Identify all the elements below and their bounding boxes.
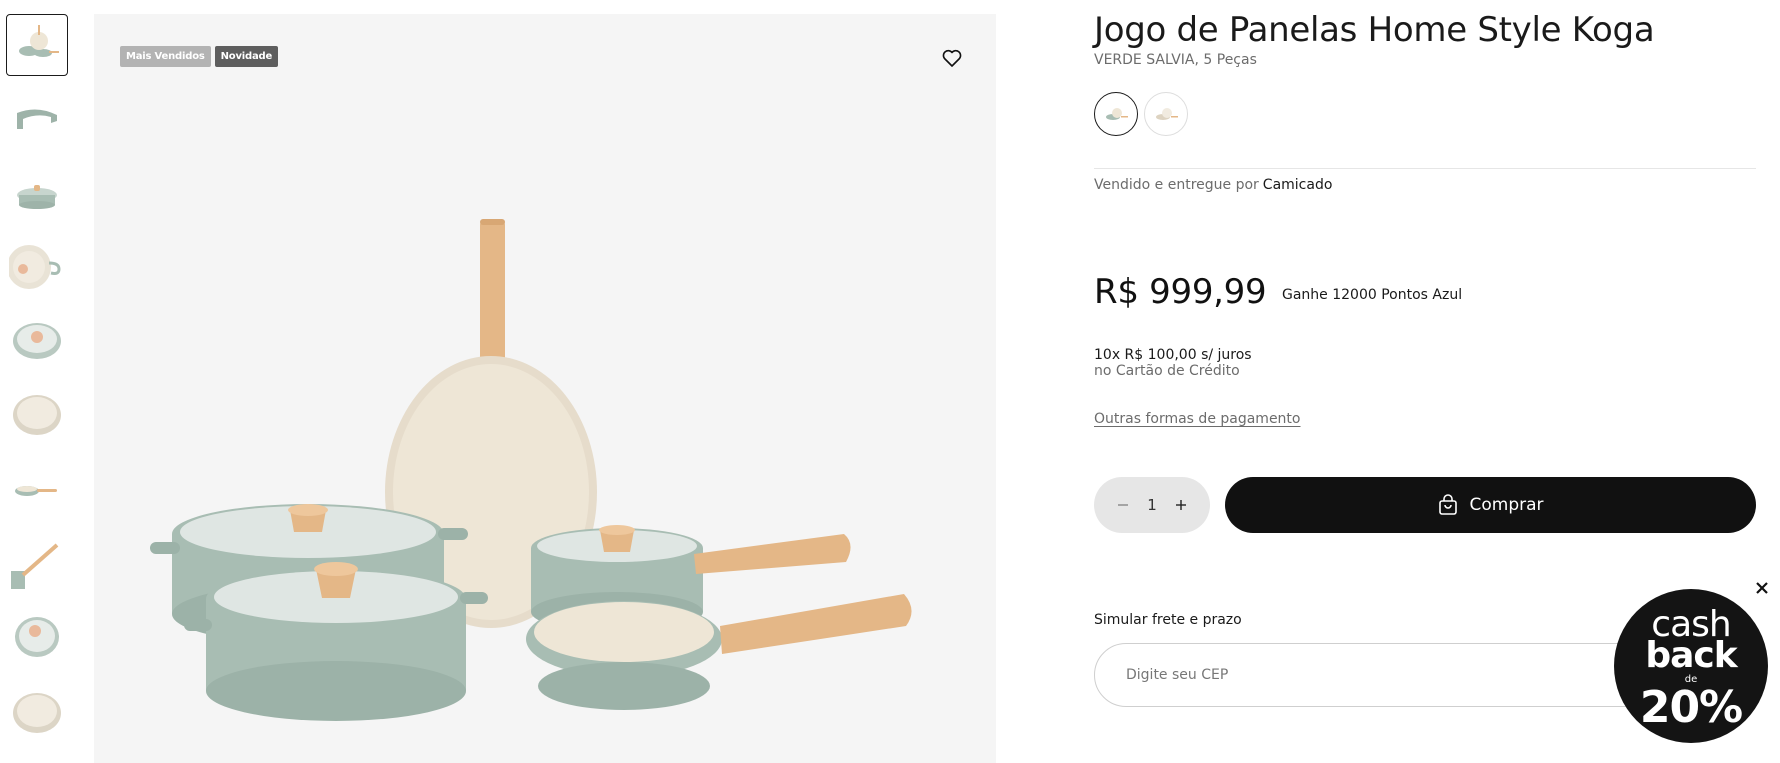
cashback-percentage: 20% xyxy=(1639,682,1743,733)
badge-best-seller: Mais Vendidos xyxy=(120,46,211,67)
thumbnail-8[interactable] xyxy=(6,532,68,594)
thumbnail-5[interactable] xyxy=(6,310,68,372)
minus-icon xyxy=(1118,504,1129,506)
quantity-stepper: 1 xyxy=(1094,477,1210,533)
cashback-badge[interactable]: cash back de 20% xyxy=(1614,589,1768,743)
buy-button-label: Comprar xyxy=(1469,495,1544,515)
installments-amount: 10x R$ 100,00 s/ juros xyxy=(1094,347,1252,363)
product-subtitle: VERDE SALVIA, 5 Peças xyxy=(1094,52,1257,68)
seller-prefix: Vendido e entregue por xyxy=(1094,177,1259,193)
thumbnail-2[interactable] xyxy=(6,88,68,150)
cookware-set-image xyxy=(150,219,912,721)
main-product-image[interactable]: Mais Vendidos Novidade xyxy=(94,14,996,763)
thumbnail-1[interactable] xyxy=(6,14,68,76)
color-variants xyxy=(1094,92,1188,136)
decrease-button[interactable] xyxy=(1113,495,1133,515)
thumbnail-list xyxy=(6,14,70,754)
shipping-label: Simular frete e prazo xyxy=(1094,612,1242,628)
thumbnail-3[interactable] xyxy=(6,162,68,224)
quantity-value: 1 xyxy=(1147,496,1157,514)
seller-info: Vendido e entregue por Camicado xyxy=(1094,177,1332,193)
loyalty-points: Ganhe 12000 Pontos Azul xyxy=(1282,287,1463,303)
increase-button[interactable] xyxy=(1171,495,1191,515)
installments-method: no Cartão de Crédito xyxy=(1094,363,1240,379)
thumbnail-6[interactable] xyxy=(6,384,68,446)
heart-icon[interactable] xyxy=(940,46,964,70)
buy-button[interactable]: Comprar xyxy=(1225,477,1756,533)
thumbnail-4[interactable] xyxy=(6,236,68,298)
product-price: R$ 999,99 xyxy=(1094,272,1267,312)
badge-list: Mais Vendidos Novidade xyxy=(120,46,279,67)
badge-new: Novidade xyxy=(214,46,279,67)
variant-alternate[interactable] xyxy=(1144,92,1188,136)
thumbnail-10[interactable] xyxy=(6,680,68,742)
thumbnail-7[interactable] xyxy=(6,458,68,520)
variant-thumbnail-icon xyxy=(1156,108,1178,120)
plus-icon xyxy=(1175,500,1186,510)
product-page: Mais Vendidos Novidade Jogo de Panelas H… xyxy=(0,0,1780,763)
close-icon[interactable] xyxy=(1752,578,1772,598)
other-payments-link[interactable]: Outras formas de pagamento xyxy=(1094,411,1301,427)
divider xyxy=(1094,168,1756,169)
variant-verde-salvia[interactable] xyxy=(1094,92,1138,136)
cashback-line-back: back xyxy=(1645,635,1737,676)
shopping-bag-icon xyxy=(1439,494,1458,515)
product-title: Jogo de Panelas Home Style Koga xyxy=(1094,10,1655,50)
seller-name: Camicado xyxy=(1262,177,1333,193)
thumbnail-9[interactable] xyxy=(6,606,68,668)
variant-thumbnail-icon xyxy=(1106,108,1128,120)
